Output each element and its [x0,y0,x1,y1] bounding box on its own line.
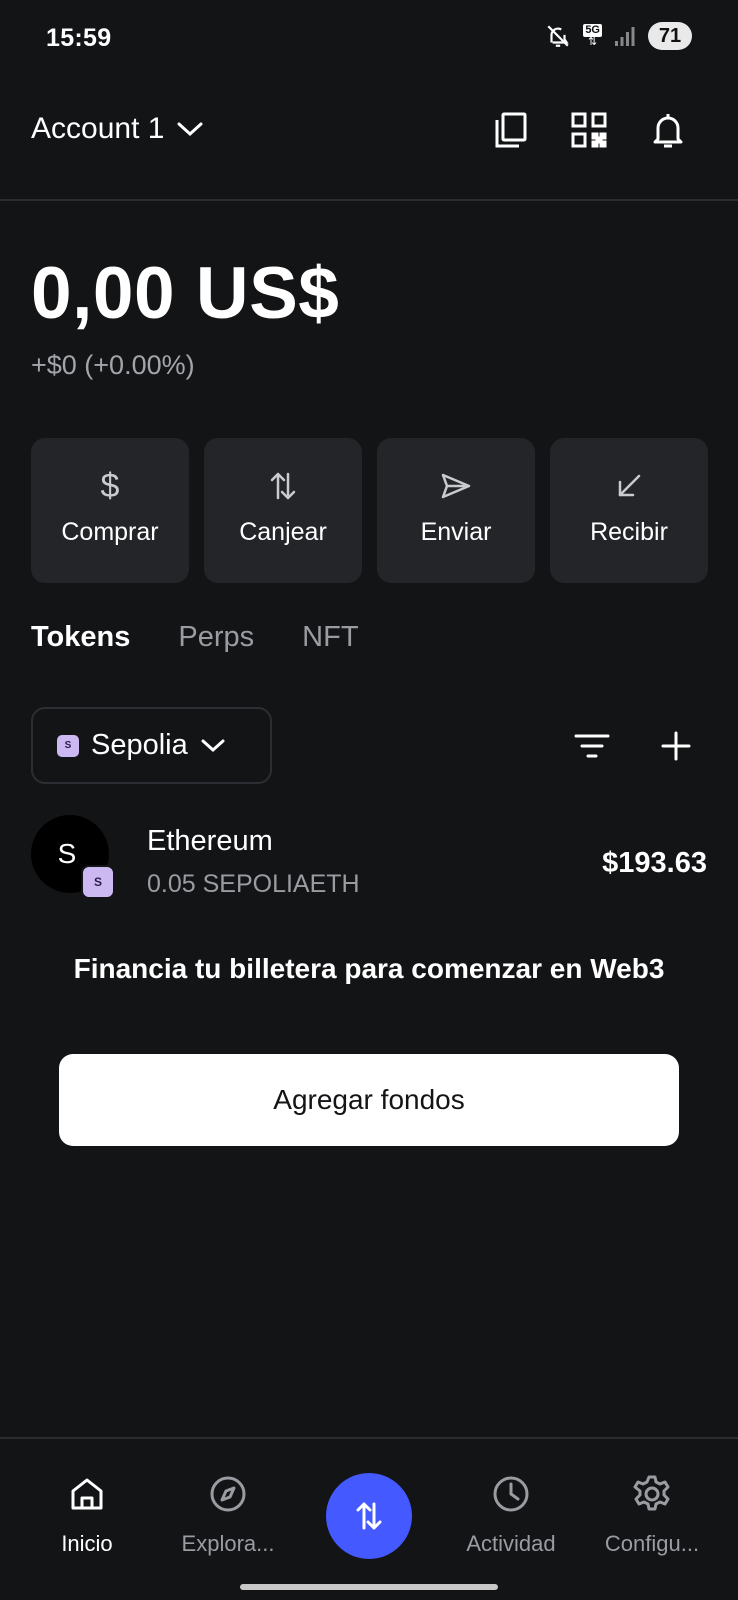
add-funds-button[interactable]: Agregar fondos [59,1054,679,1146]
account-selector[interactable]: Account 1 [31,112,204,146]
home-icon [69,1473,105,1515]
account-label: Account 1 [31,112,165,145]
battery-indicator: 71 [648,22,692,50]
bell-icon[interactable] [650,111,686,149]
tab-nft[interactable]: NFT [302,621,358,654]
signal-icon [615,27,635,46]
swap-label: Canjear [239,518,327,546]
receive-arrow-icon [615,468,643,504]
total-balance: 0,00 US$ [31,253,340,334]
fund-wallet-title: Financia tu billetera para comenzar en W… [73,953,665,984]
action-buttons: $ Comprar Canjear Enviar Recibir [31,438,708,583]
nav-label-settings: Configu... [604,1531,700,1556]
asset-tabs: Tokens Perps NFT [31,621,359,654]
send-icon [440,468,472,504]
swap-fab-button[interactable] [326,1473,412,1559]
nav-item-activity[interactable]: Actividad [441,1473,581,1557]
clock-icon [492,1473,530,1515]
home-indicator [240,1584,498,1590]
dollar-icon: $ [100,466,120,505]
chevron-down-icon [201,739,225,752]
header-actions [492,111,686,149]
swap-arrows-icon [356,1502,382,1530]
filter-icon[interactable] [572,726,612,766]
send-button[interactable]: Enviar [377,438,535,583]
status-time: 15:59 [46,24,112,52]
token-amount: 0.05 SEPOLIAETH [147,870,360,898]
token-row[interactable]: S S Ethereum 0.05 SEPOLIAETH $193.63 [31,815,707,905]
receive-button[interactable]: Recibir [550,438,708,583]
swap-arrows-icon [268,468,298,504]
balance-change: +$0 (+0.00%) [31,350,195,380]
network-selector[interactable]: S Sepolia [31,707,272,784]
nav-label-activity: Actividad [466,1531,556,1556]
qr-code-icon[interactable] [571,111,607,149]
buy-button[interactable]: $ Comprar [31,438,189,583]
add-token-icon[interactable] [656,726,696,766]
compass-icon [209,1473,247,1515]
network-label: Sepolia [91,729,188,761]
token-name: Ethereum [147,825,273,857]
send-label: Enviar [420,518,492,546]
chevron-down-icon [177,122,203,137]
header-divider [0,199,738,201]
bottom-nav: Inicio Explora... Actividad Configu... [0,1439,738,1572]
copy-icon[interactable] [492,111,528,149]
tab-tokens[interactable]: Tokens [31,621,130,654]
mute-icon [547,25,570,47]
tab-perps[interactable]: Perps [178,621,254,654]
token-avatar-letter: S [57,838,77,869]
token-value: $193.63 [602,847,707,879]
status-icons: 5G ⇅ 71 [545,22,692,50]
token-network-badge: S [81,865,115,899]
nav-label-explore: Explora... [181,1531,275,1556]
network-badge: S [57,734,79,757]
buy-label: Comprar [61,518,159,546]
swap-button[interactable]: Canjear [204,438,362,583]
nav-label-home: Inicio [61,1531,113,1556]
nav-item-explore[interactable]: Explora... [158,1473,298,1557]
receive-label: Recibir [590,518,668,546]
nav-item-home[interactable]: Inicio [17,1473,157,1557]
network-type-icon: 5G ⇅ [583,24,602,48]
gear-icon [632,1473,672,1515]
nav-item-settings[interactable]: Configu... [582,1473,722,1557]
